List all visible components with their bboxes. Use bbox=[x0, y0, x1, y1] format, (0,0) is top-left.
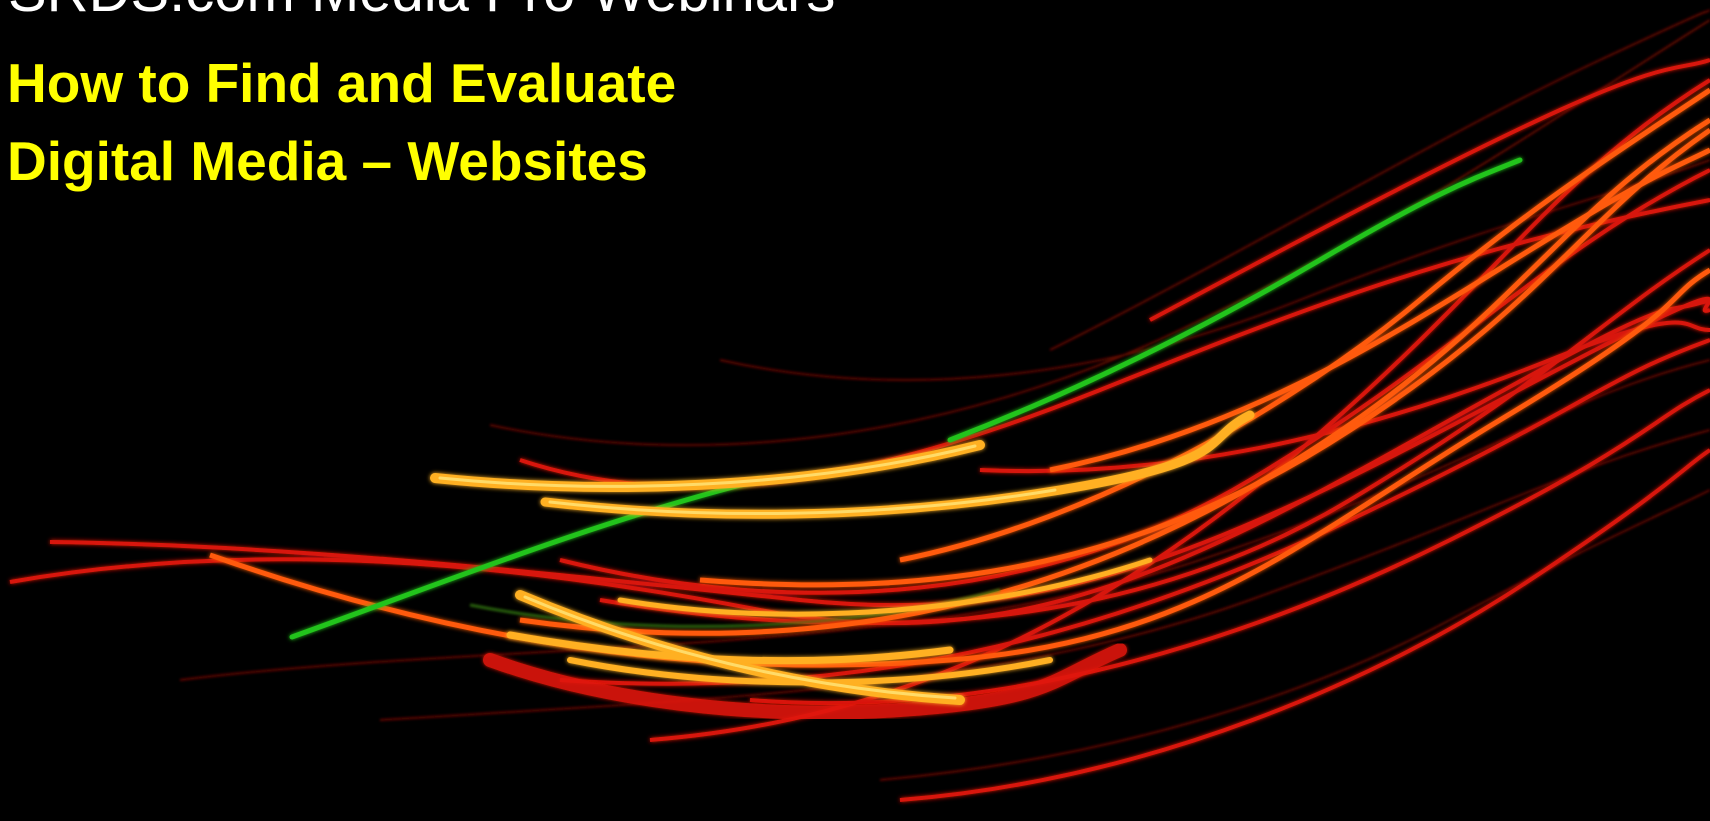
slide: SRDS.com Media Pro Webinars How to Find … bbox=[0, 0, 1710, 821]
subtitle-line-2: Digital Media – Websites bbox=[7, 130, 648, 192]
slide-title: SRDS.com Media Pro Webinars bbox=[8, 0, 835, 22]
slide-subtitle: How to Find and Evaluate Digital Media –… bbox=[7, 44, 676, 200]
subtitle-line-1: How to Find and Evaluate bbox=[7, 52, 677, 114]
